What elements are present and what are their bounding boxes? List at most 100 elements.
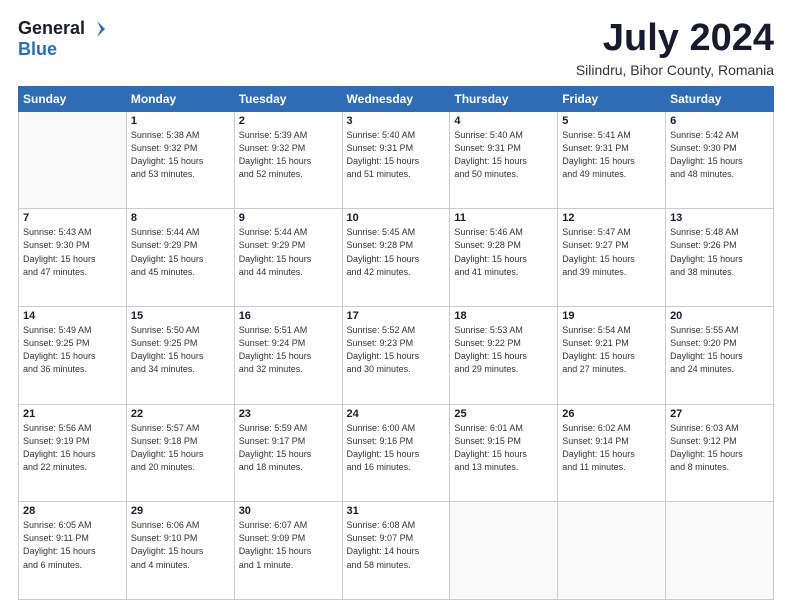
table-row: 4 Sunrise: 5:40 AM Sunset: 9:31 PM Daylig… (450, 111, 558, 209)
header: General Blue July 2024 Silindru, Bihor C… (18, 18, 774, 78)
day-info: Sunrise: 6:05 AM Sunset: 9:11 PM Dayligh… (23, 519, 122, 571)
header-wednesday: Wednesday (342, 86, 450, 111)
table-row: 13Sunrise: 5:48 AM Sunset: 9:26 PM Dayli… (666, 209, 774, 307)
day-number: 10 (347, 212, 446, 224)
table-row: 15 Sunrise: 5:50 AM Sunset: 9:25 PM Dayli… (126, 307, 234, 405)
day-info: Sunrise: 5:48 AM Sunset: 9:26 PM Dayligh… (670, 226, 769, 278)
day-info: Sunrise: 5:40 AM Sunset: 9:31 PM Dayligh… (454, 129, 553, 181)
table-row: 30 Sunrise: 6:07 AM Sunset: 9:09 PM Dayli… (234, 502, 342, 600)
day-info: Sunrise: 6:00 AM Sunset: 9:16 PM Dayligh… (347, 422, 446, 474)
table-row (19, 111, 127, 209)
day-info: Sunrise: 5:43 AM Sunset: 9:30 PM Dayligh… (23, 226, 122, 278)
day-number: 12 (562, 212, 661, 224)
day-info: Sunrise: 6:07 AM Sunset: 9:09 PM Dayligh… (239, 519, 338, 571)
table-row: 27Sunrise: 6:03 AM Sunset: 9:12 PM Dayli… (666, 404, 774, 502)
day-info: Sunrise: 5:39 AM Sunset: 9:32 PM Dayligh… (239, 129, 338, 181)
table-row: 24Sunrise: 6:00 AM Sunset: 9:16 PM Dayli… (342, 404, 450, 502)
logo: General Blue (18, 18, 107, 60)
day-number: 16 (239, 310, 338, 322)
day-info: Sunrise: 5:45 AM Sunset: 9:28 PM Dayligh… (347, 226, 446, 278)
table-row: 1Sunrise: 5:38 AM Sunset: 9:32 PM Daylig… (126, 111, 234, 209)
subtitle: Silindru, Bihor County, Romania (576, 62, 774, 78)
table-row: 16 Sunrise: 5:51 AM Sunset: 9:24 PM Dayli… (234, 307, 342, 405)
day-number: 28 (23, 505, 122, 517)
table-row: 2 Sunrise: 5:39 AM Sunset: 9:32 PM Daylig… (234, 111, 342, 209)
header-saturday: Saturday (666, 86, 774, 111)
header-tuesday: Tuesday (234, 86, 342, 111)
day-number: 15 (131, 310, 230, 322)
day-info: Sunrise: 5:51 AM Sunset: 9:24 PM Dayligh… (239, 324, 338, 376)
table-row (450, 502, 558, 600)
calendar-week-row: 28 Sunrise: 6:05 AM Sunset: 9:11 PM Dayli… (19, 502, 774, 600)
day-info: Sunrise: 5:52 AM Sunset: 9:23 PM Dayligh… (347, 324, 446, 376)
day-number: 17 (347, 310, 446, 322)
day-number: 7 (23, 212, 122, 224)
table-row: 26 Sunrise: 6:02 AM Sunset: 9:14 PM Dayli… (558, 404, 666, 502)
day-info: Sunrise: 6:02 AM Sunset: 9:14 PM Dayligh… (562, 422, 661, 474)
day-info: Sunrise: 5:47 AM Sunset: 9:27 PM Dayligh… (562, 226, 661, 278)
day-number: 4 (454, 115, 553, 127)
day-info: Sunrise: 5:55 AM Sunset: 9:20 PM Dayligh… (670, 324, 769, 376)
table-row: 7 Sunrise: 5:43 AM Sunset: 9:30 PM Daylig… (19, 209, 127, 307)
day-info: Sunrise: 5:50 AM Sunset: 9:25 PM Dayligh… (131, 324, 230, 376)
calendar-page: General Blue July 2024 Silindru, Bihor C… (0, 0, 792, 612)
header-monday: Monday (126, 86, 234, 111)
day-number: 9 (239, 212, 338, 224)
day-number: 31 (347, 505, 446, 517)
table-row: 3 Sunrise: 5:40 AM Sunset: 9:31 PM Daylig… (342, 111, 450, 209)
day-info: Sunrise: 5:40 AM Sunset: 9:31 PM Dayligh… (347, 129, 446, 181)
table-row: 25 Sunrise: 6:01 AM Sunset: 9:15 PM Dayli… (450, 404, 558, 502)
weekday-header-row: Sunday Monday Tuesday Wednesday Thursday… (19, 86, 774, 111)
title-section: July 2024 Silindru, Bihor County, Romani… (576, 18, 774, 78)
day-number: 26 (562, 408, 661, 420)
day-number: 8 (131, 212, 230, 224)
calendar-week-row: 1Sunrise: 5:38 AM Sunset: 9:32 PM Daylig… (19, 111, 774, 209)
calendar-table: Sunday Monday Tuesday Wednesday Thursday… (18, 86, 774, 600)
day-info: Sunrise: 5:42 AM Sunset: 9:30 PM Dayligh… (670, 129, 769, 181)
day-info: Sunrise: 6:08 AM Sunset: 9:07 PM Dayligh… (347, 519, 446, 571)
table-row: 28 Sunrise: 6:05 AM Sunset: 9:11 PM Dayli… (19, 502, 127, 600)
day-info: Sunrise: 5:46 AM Sunset: 9:28 PM Dayligh… (454, 226, 553, 278)
day-info: Sunrise: 5:54 AM Sunset: 9:21 PM Dayligh… (562, 324, 661, 376)
table-row: 31 Sunrise: 6:08 AM Sunset: 9:07 PM Dayli… (342, 502, 450, 600)
logo-icon (87, 19, 107, 39)
calendar-week-row: 7 Sunrise: 5:43 AM Sunset: 9:30 PM Daylig… (19, 209, 774, 307)
table-row: 21Sunrise: 5:56 AM Sunset: 9:19 PM Dayli… (19, 404, 127, 502)
day-number: 30 (239, 505, 338, 517)
table-row: 12 Sunrise: 5:47 AM Sunset: 9:27 PM Dayli… (558, 209, 666, 307)
table-row: 9 Sunrise: 5:44 AM Sunset: 9:29 PM Daylig… (234, 209, 342, 307)
day-info: Sunrise: 5:59 AM Sunset: 9:17 PM Dayligh… (239, 422, 338, 474)
day-info: Sunrise: 5:44 AM Sunset: 9:29 PM Dayligh… (131, 226, 230, 278)
table-row: 18Sunrise: 5:53 AM Sunset: 9:22 PM Dayli… (450, 307, 558, 405)
table-row: 6 Sunrise: 5:42 AM Sunset: 9:30 PM Daylig… (666, 111, 774, 209)
table-row: 8 Sunrise: 5:44 AM Sunset: 9:29 PM Daylig… (126, 209, 234, 307)
table-row: 11 Sunrise: 5:46 AM Sunset: 9:28 PM Dayli… (450, 209, 558, 307)
day-number: 21 (23, 408, 122, 420)
day-number: 27 (670, 408, 769, 420)
day-number: 6 (670, 115, 769, 127)
day-info: Sunrise: 5:49 AM Sunset: 9:25 PM Dayligh… (23, 324, 122, 376)
table-row: 29 Sunrise: 6:06 AM Sunset: 9:10 PM Dayli… (126, 502, 234, 600)
day-number: 3 (347, 115, 446, 127)
day-info: Sunrise: 5:57 AM Sunset: 9:18 PM Dayligh… (131, 422, 230, 474)
day-info: Sunrise: 5:44 AM Sunset: 9:29 PM Dayligh… (239, 226, 338, 278)
day-number: 29 (131, 505, 230, 517)
day-info: Sunrise: 6:06 AM Sunset: 9:10 PM Dayligh… (131, 519, 230, 571)
table-row: 5Sunrise: 5:41 AM Sunset: 9:31 PM Daylig… (558, 111, 666, 209)
day-number: 11 (454, 212, 553, 224)
day-number: 22 (131, 408, 230, 420)
day-number: 2 (239, 115, 338, 127)
day-info: Sunrise: 6:01 AM Sunset: 9:15 PM Dayligh… (454, 422, 553, 474)
header-thursday: Thursday (450, 86, 558, 111)
header-sunday: Sunday (19, 86, 127, 111)
calendar-week-row: 21Sunrise: 5:56 AM Sunset: 9:19 PM Dayli… (19, 404, 774, 502)
table-row (666, 502, 774, 600)
table-row: 19Sunrise: 5:54 AM Sunset: 9:21 PM Dayli… (558, 307, 666, 405)
month-title: July 2024 (576, 18, 774, 60)
day-number: 25 (454, 408, 553, 420)
day-number: 14 (23, 310, 122, 322)
logo-general-text: General (18, 18, 85, 39)
table-row: 20 Sunrise: 5:55 AM Sunset: 9:20 PM Dayli… (666, 307, 774, 405)
day-info: Sunrise: 5:53 AM Sunset: 9:22 PM Dayligh… (454, 324, 553, 376)
day-number: 20 (670, 310, 769, 322)
